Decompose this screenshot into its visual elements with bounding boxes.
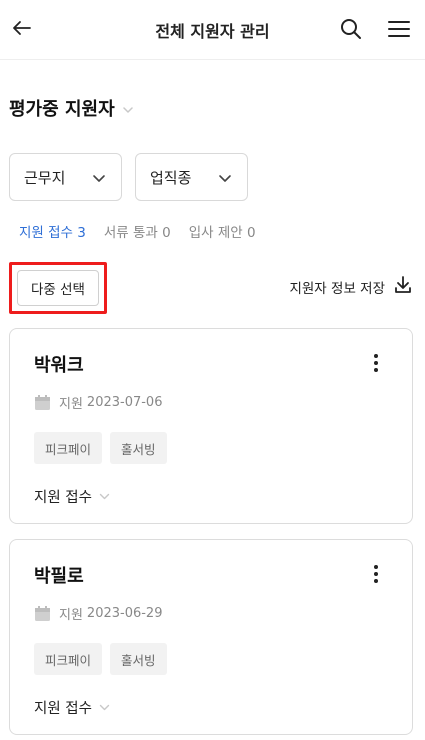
application-date: 지원 2023-07-06 [34, 393, 162, 412]
tab-job-offer[interactable]: 입사 제안 0 [189, 221, 256, 241]
status-dropdown[interactable]: 평가중 지원자 [9, 95, 135, 121]
save-applicant-info-label: 지원자 정보 저장 [289, 281, 385, 297]
calendar-icon [34, 605, 51, 622]
work-location-filter[interactable]: 근무지 [9, 153, 122, 201]
applicant-status-dropdown[interactable]: 지원 접수 [34, 697, 111, 718]
tab-application-received[interactable]: 지원 접수 3 [19, 221, 86, 241]
application-date: 지원 2023-06-29 [34, 604, 162, 623]
chevron-down-icon [217, 170, 233, 186]
tag-list: 피크페이 홀서빙 [34, 432, 175, 464]
more-options-icon[interactable] [366, 562, 386, 586]
chevron-down-icon [98, 701, 111, 714]
applicant-card[interactable]: 박워크 지원 2023-07-06 피크페이 홀서빙 지원 접수 [9, 328, 413, 524]
job-category-filter[interactable]: 업직종 [135, 153, 248, 201]
tag-chip: 홀서빙 [110, 643, 167, 675]
applicant-name: 박필로 [34, 566, 84, 587]
applicant-name: 박워크 [34, 355, 84, 376]
top-app-bar: 전체 지원자 관리 [0, 0, 425, 60]
applicant-card[interactable]: 박필로 지원 2023-06-29 피크페이 홀서빙 지원 접수 [9, 539, 413, 735]
tag-chip: 피크페이 [34, 432, 103, 464]
chevron-down-icon [91, 170, 107, 186]
filter-label: 근무지 [24, 168, 66, 187]
stage-tabs: 지원 접수 3 서류 통과 0 입사 제안 0 [19, 221, 274, 241]
applicant-status-dropdown[interactable]: 지원 접수 [34, 486, 111, 507]
chevron-down-icon [98, 490, 111, 503]
search-icon[interactable] [338, 16, 364, 42]
hamburger-menu-icon[interactable] [386, 16, 412, 42]
calendar-icon [34, 394, 51, 411]
tag-chip: 피크페이 [34, 643, 103, 675]
tag-chip: 홀서빙 [110, 432, 167, 464]
download-icon [385, 275, 413, 299]
tab-document-passed[interactable]: 서류 통과 0 [104, 221, 171, 241]
more-options-icon[interactable] [366, 351, 386, 375]
save-applicant-info-button[interactable]: 지원자 정보 저장 [289, 275, 413, 299]
filter-label: 업직종 [150, 168, 192, 187]
section-title: 평가중 지원자 [9, 99, 115, 120]
chevron-down-icon [121, 101, 135, 115]
multi-select-highlight: 다중 선택 [9, 262, 107, 314]
tag-list: 피크페이 홀서빙 [34, 643, 175, 675]
multi-select-button[interactable]: 다중 선택 [17, 270, 99, 306]
